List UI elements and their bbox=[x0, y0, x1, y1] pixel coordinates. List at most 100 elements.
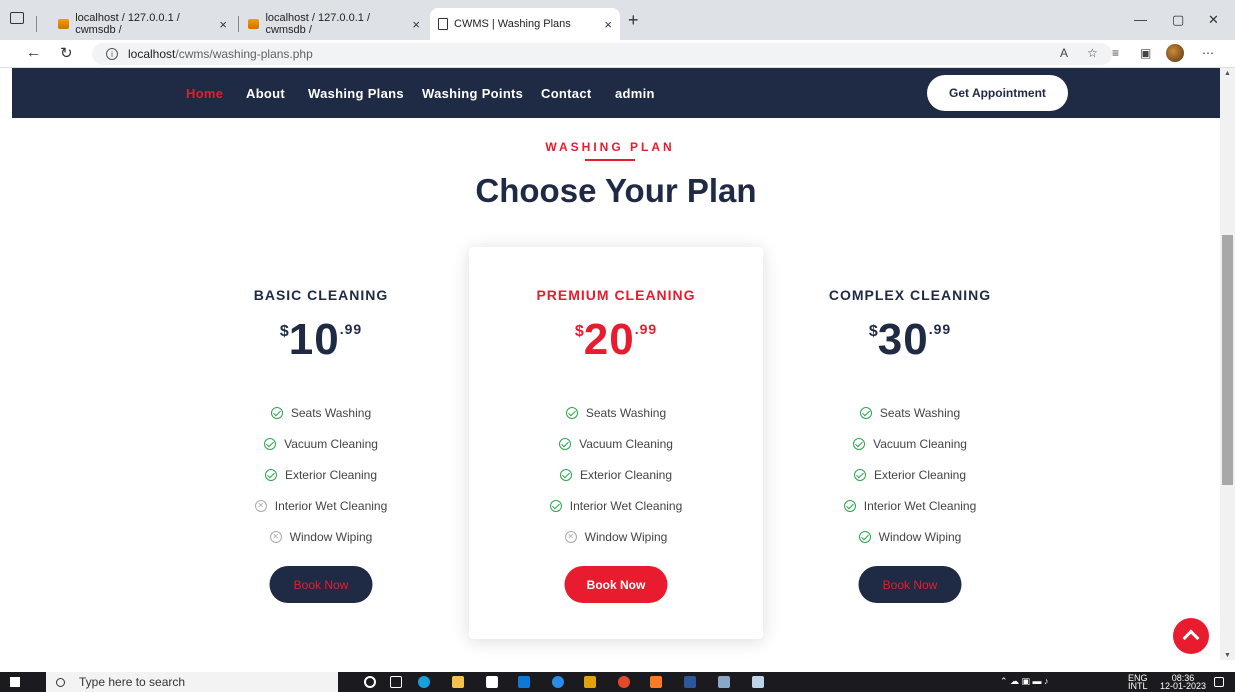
price-integer: 10 bbox=[288, 315, 340, 364]
book-now-button-premium[interactable]: Book Now bbox=[564, 566, 668, 603]
feature-list: Seats Washing Vacuum Cleaning Exterior C… bbox=[174, 397, 468, 552]
section-eyebrow: WASHING PLAN bbox=[545, 140, 675, 154]
favorites-bar-icon[interactable]: ≡ bbox=[1112, 46, 1119, 60]
notepad-icon[interactable] bbox=[718, 676, 730, 688]
feature-item: ✕ Interior Wet Cleaning bbox=[174, 490, 468, 521]
tray-icons[interactable]: ⌃ ☁ ▣ ▬ ♪ bbox=[1000, 677, 1049, 686]
task-view-icon[interactable] bbox=[390, 676, 402, 688]
tab-phpmyadmin-1[interactable]: localhost / 127.0.0.1 / cwmsdb / × bbox=[50, 8, 235, 40]
plan-card-premium: PREMIUM CLEANING $20.99 Seats Washing Va… bbox=[469, 247, 763, 639]
app-grid-icon[interactable] bbox=[584, 676, 596, 688]
check-circle-icon bbox=[559, 468, 572, 481]
feature-label: Vacuum Cleaning bbox=[579, 436, 673, 451]
feature-item: ✕ Window Wiping bbox=[174, 521, 468, 552]
tab-washing-plans[interactable]: CWMS | Washing Plans × bbox=[430, 8, 620, 40]
tab-actions-icon[interactable] bbox=[10, 12, 24, 24]
url-host: localhost bbox=[128, 47, 176, 61]
minimize-button[interactable]: — bbox=[1134, 12, 1147, 27]
check-circle-icon bbox=[843, 499, 856, 512]
price-currency: $ bbox=[868, 323, 878, 340]
windows-start-icon[interactable] bbox=[10, 677, 20, 687]
feature-item: Window Wiping bbox=[763, 521, 1057, 552]
phpmyadmin-icon bbox=[58, 19, 70, 29]
plan-price: $20.99 bbox=[469, 315, 763, 365]
store-icon[interactable] bbox=[486, 676, 498, 688]
cortana-icon[interactable] bbox=[364, 676, 376, 688]
url-field[interactable]: i localhost/cwms/washing-plans.php bbox=[92, 43, 1112, 65]
more-menu-icon[interactable]: ⋯ bbox=[1202, 46, 1214, 60]
nav-about[interactable]: About bbox=[246, 86, 285, 101]
close-tab-icon[interactable]: × bbox=[412, 17, 420, 32]
feature-item: Interior Wet Cleaning bbox=[469, 490, 763, 521]
check-circle-icon bbox=[853, 437, 866, 450]
scroll-down-icon[interactable]: ▼ bbox=[1224, 652, 1231, 659]
scroll-to-top-button[interactable] bbox=[1173, 618, 1209, 654]
tab-label: localhost / 127.0.0.1 / cwmsdb / bbox=[265, 12, 371, 36]
refresh-icon[interactable]: ↻ bbox=[60, 44, 73, 62]
tab-phpmyadmin-2[interactable]: localhost / 127.0.0.1 / cwmsdb / × bbox=[240, 8, 428, 40]
new-tab-button[interactable]: + bbox=[628, 10, 639, 31]
feature-label: Exterior Cleaning bbox=[579, 467, 673, 482]
windows-taskbar: Type here to search ⌃ ☁ ▣ ▬ ♪ ENG INTL 08… bbox=[0, 672, 1235, 692]
feature-label: Vacuum Cleaning bbox=[284, 436, 378, 451]
taskbar-search[interactable]: Type here to search bbox=[46, 672, 338, 692]
feature-label: Window Wiping bbox=[289, 529, 373, 544]
tab-label: localhost / 127.0.0.1 / cwmsdb / bbox=[75, 12, 180, 36]
book-now-button-basic[interactable]: Book Now bbox=[269, 566, 373, 603]
plan-card-basic: BASIC CLEANING $10.99 Seats Washing Vacu… bbox=[174, 247, 468, 639]
feature-item: Exterior Cleaning bbox=[763, 459, 1057, 490]
feature-list: Seats Washing Vacuum Cleaning Exterior C… bbox=[469, 397, 763, 552]
clock-date: 12-01-2023 bbox=[1160, 681, 1207, 691]
collections-icon[interactable]: ▣ bbox=[1140, 46, 1151, 60]
check-circle-icon bbox=[264, 468, 277, 481]
check-circle-icon bbox=[853, 468, 866, 481]
feature-item: Vacuum Cleaning bbox=[174, 428, 468, 459]
restore-button[interactable]: ▢ bbox=[1172, 12, 1184, 28]
x-circle-icon: ✕ bbox=[564, 530, 577, 543]
check-circle-icon bbox=[264, 437, 277, 450]
read-aloud-icon[interactable]: A bbox=[1060, 46, 1068, 60]
taskbar-search-placeholder: Type here to search bbox=[79, 675, 186, 689]
word-icon[interactable] bbox=[684, 676, 696, 688]
nav-contact[interactable]: Contact bbox=[541, 86, 592, 101]
chrome-icon[interactable] bbox=[618, 676, 630, 688]
nav-home[interactable]: Home bbox=[186, 86, 223, 101]
scroll-up-icon[interactable]: ▲ bbox=[1224, 70, 1231, 77]
nav-admin[interactable]: admin bbox=[615, 86, 655, 101]
safari-icon[interactable] bbox=[552, 676, 564, 688]
feature-label: Seats Washing bbox=[585, 405, 667, 420]
close-window-button[interactable]: ✕ bbox=[1208, 12, 1219, 28]
notification-icon[interactable] bbox=[1214, 677, 1224, 687]
page-icon bbox=[438, 18, 448, 30]
price-decimal: .99 bbox=[339, 321, 363, 337]
feature-item: Exterior Cleaning bbox=[174, 459, 468, 490]
mail-icon[interactable] bbox=[518, 676, 530, 688]
tab-separator bbox=[36, 16, 37, 32]
back-icon[interactable]: ← bbox=[26, 44, 41, 61]
favorite-icon[interactable]: ☆ bbox=[1087, 46, 1098, 60]
book-now-button-complex[interactable]: Book Now bbox=[858, 566, 962, 603]
app-icon[interactable] bbox=[752, 676, 764, 688]
profile-avatar[interactable] bbox=[1166, 44, 1184, 62]
nav-washing-plans[interactable]: Washing Plans bbox=[308, 86, 404, 101]
close-tab-icon[interactable]: × bbox=[219, 17, 227, 32]
phpmyadmin-icon bbox=[248, 19, 260, 29]
price-currency: $ bbox=[574, 323, 584, 340]
plan-name: BASIC CLEANING bbox=[253, 287, 389, 303]
price-integer: 30 bbox=[877, 315, 929, 364]
feature-item: ✕ Window Wiping bbox=[469, 521, 763, 552]
price-decimal: .99 bbox=[928, 321, 952, 337]
scrollbar-thumb[interactable] bbox=[1222, 235, 1233, 485]
nav-washing-points[interactable]: Washing Points bbox=[422, 86, 523, 101]
file-explorer-icon[interactable] bbox=[452, 676, 464, 688]
site-info-icon[interactable]: i bbox=[106, 48, 118, 60]
close-tab-icon[interactable]: × bbox=[604, 17, 612, 32]
price-currency: $ bbox=[279, 323, 289, 340]
site-navbar: Home About Washing Plans Washing Points … bbox=[12, 68, 1220, 118]
tray-clock[interactable]: 08:36 12-01-2023 bbox=[1160, 674, 1207, 691]
edge-icon[interactable] bbox=[418, 676, 430, 688]
xampp-icon[interactable] bbox=[650, 676, 662, 688]
page-title: Choose Your Plan bbox=[475, 172, 757, 209]
get-appointment-button[interactable]: Get Appointment bbox=[927, 75, 1068, 111]
tray-language[interactable]: ENG INTL bbox=[1128, 674, 1148, 691]
